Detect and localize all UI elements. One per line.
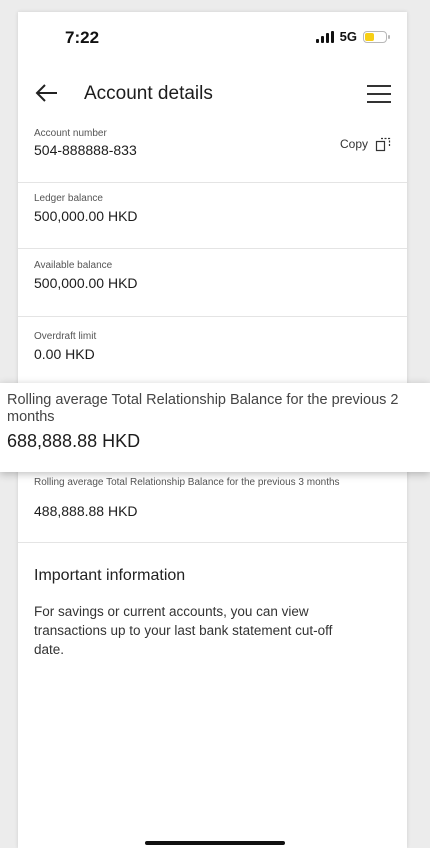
ledger-balance-label: Ledger balance	[34, 193, 103, 204]
trb-2-months-value: 688,888.88 HKD	[7, 431, 141, 451]
overdraft-limit-label: Overdraft limit	[34, 331, 97, 342]
menu-button[interactable]	[365, 79, 393, 107]
available-balance-value: 500,000.00 HKD	[34, 275, 138, 291]
account-number-value: 504-888888-833	[34, 142, 137, 158]
available-balance-label: Available balance	[34, 260, 113, 271]
account-number-label: Account number	[34, 128, 107, 139]
ledger-balance-value: 500,000.00 HKD	[34, 208, 138, 224]
copy-icon	[375, 137, 391, 152]
header: Account details	[18, 70, 407, 118]
important-information-body: For savings or current accounts, you can…	[34, 604, 333, 657]
network-type: 5G	[339, 29, 357, 44]
important-information-title: Important information	[34, 567, 186, 584]
arrow-left-icon	[35, 84, 57, 102]
status-bar: 7:22 5G	[18, 12, 407, 62]
trb-3-months-value: 488,888.88 HKD	[34, 503, 138, 519]
ledger-balance-row: Ledger balance 500,000.00 HKD	[18, 183, 407, 249]
copy-label: Copy	[339, 137, 368, 151]
overdraft-limit-row: Overdraft limit 0.00 HKD	[18, 317, 407, 388]
copy-button[interactable]: Copy	[340, 136, 391, 152]
signal-icon	[315, 30, 334, 43]
trb-2-months-card: Rolling average Total Relationship Balan…	[0, 383, 430, 472]
home-indicator[interactable]	[145, 841, 285, 845]
account-number-row: Account number 504-888888-833 Copy	[18, 118, 407, 183]
page-title: Account details	[84, 83, 213, 104]
available-balance-row: Available balance 500,000.00 HKD	[18, 249, 407, 317]
status-indicators: 5G	[315, 29, 390, 44]
status-time: 7:22	[65, 28, 100, 47]
trb-3-months-row: Rolling average Total Relationship Balan…	[18, 476, 407, 543]
trb-2-months-label: Rolling average Total Relationship Balan…	[7, 392, 399, 425]
back-button[interactable]	[32, 78, 62, 108]
trb-3-months-label: Rolling average Total Relationship Balan…	[34, 477, 340, 488]
hamburger-menu-icon	[367, 85, 391, 87]
battery-icon	[363, 30, 390, 43]
battery-level	[365, 32, 374, 41]
overdraft-limit-value: 0.00 HKD	[34, 346, 95, 362]
